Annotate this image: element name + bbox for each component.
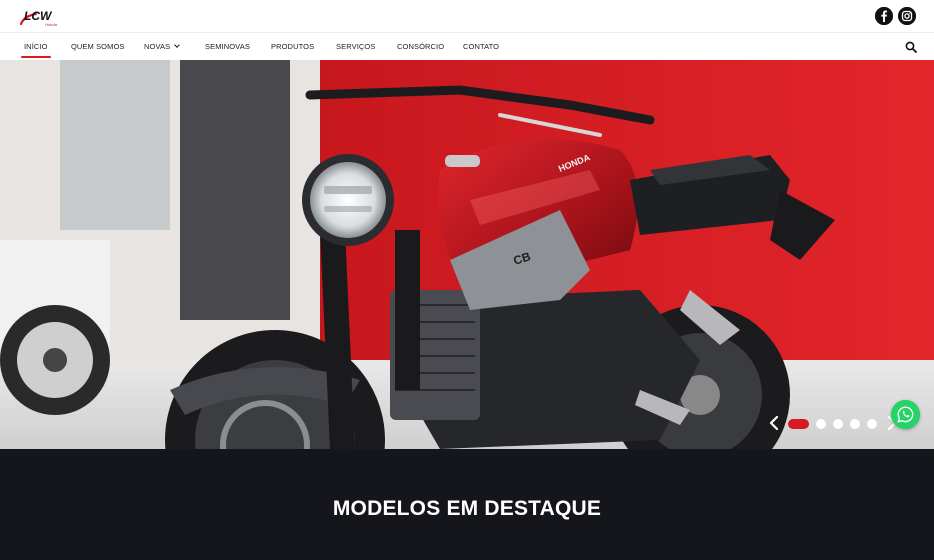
nav-label: NOVAS (144, 42, 171, 51)
instagram-icon[interactable] (898, 7, 916, 25)
carousel-dot-4[interactable] (850, 419, 860, 429)
nav-item-seminovas[interactable]: SEMINOVAS (205, 33, 250, 60)
facebook-icon[interactable] (875, 7, 893, 25)
nav-label: CONTATO (463, 42, 500, 51)
carousel-dot-5[interactable] (867, 419, 877, 429)
nav-label: SEMINOVAS (205, 42, 250, 51)
logo-text: LCW (24, 9, 53, 23)
carousel-dot-2[interactable] (816, 419, 826, 429)
nav-item-novas[interactable]: NOVAS (144, 33, 181, 60)
nav-label: PRODUTOS (271, 42, 315, 51)
logo-subtext: Honda (45, 22, 58, 27)
nav-item-inicio[interactable]: INÍCIO (21, 33, 51, 60)
nav-item-produtos[interactable]: PRODUTOS (271, 33, 314, 60)
carousel-dot-1[interactable] (788, 419, 809, 429)
featured-models-section: MODELOS EM DESTAQUE (0, 449, 934, 560)
hero-banner[interactable]: HONDA CB (0, 60, 934, 449)
hero-image: HONDA CB (0, 60, 934, 449)
nav-label: CONSÓRCIO (397, 42, 445, 51)
chevron-left-icon (769, 416, 779, 430)
nav-item-quem-somos[interactable]: QUEM SOMOS (71, 33, 125, 60)
featured-heading: MODELOS EM DESTAQUE (332, 497, 602, 520)
nav-label: INÍCIO (24, 42, 48, 51)
nav-label: QUEM SOMOS (71, 42, 125, 51)
nav-item-contato[interactable]: CONTATO (463, 33, 499, 60)
nav-item-servicos[interactable]: SERVIÇOS (336, 33, 375, 60)
main-nav: INÍCIO QUEM SOMOS NOVAS SEMINOVAS PRODUT… (0, 33, 934, 60)
whatsapp-icon[interactable] (891, 400, 920, 429)
brand-logo[interactable]: LCW Honda (18, 6, 64, 28)
nav-item-consorcio[interactable]: CONSÓRCIO (397, 33, 444, 60)
chevron-down-icon (174, 42, 181, 48)
carousel-dot-3[interactable] (833, 419, 843, 429)
carousel-prev-button[interactable] (768, 416, 780, 430)
nav-label: SERVIÇOS (336, 42, 376, 51)
search-icon[interactable] (905, 41, 917, 53)
top-bar: LCW Honda (0, 0, 934, 33)
